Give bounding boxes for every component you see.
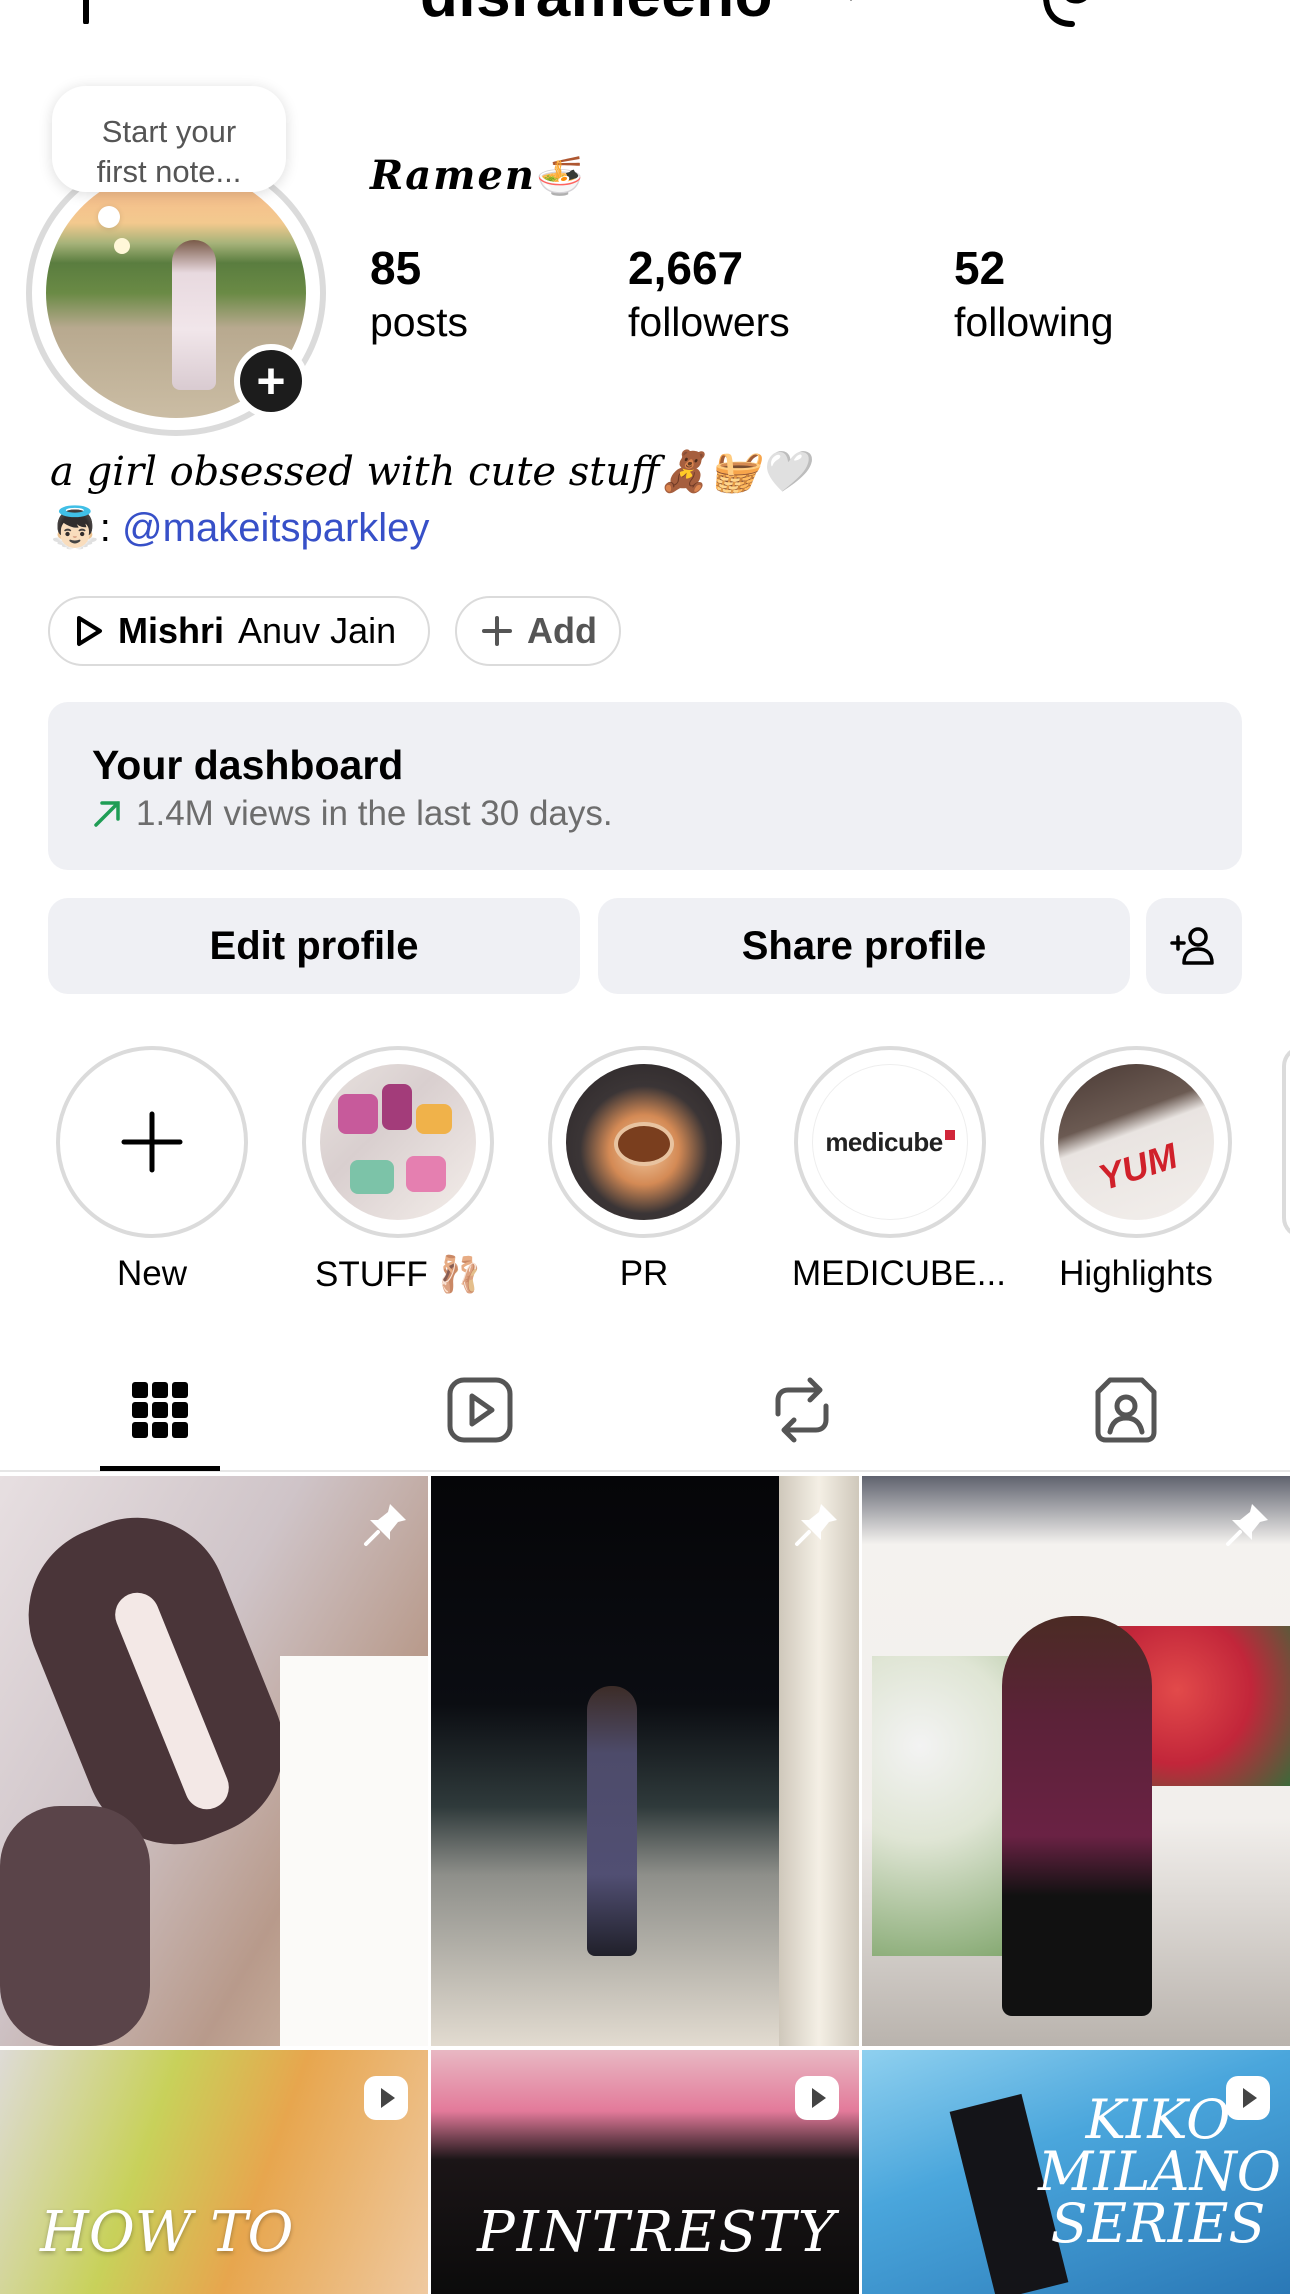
edit-profile-button[interactable]: Edit profile: [48, 898, 580, 994]
post-tile[interactable]: [862, 1476, 1290, 2046]
highlight-circle: [548, 1046, 740, 1238]
dashboard-title: Your dashboard: [92, 742, 404, 788]
highlight-label: STUFF 🩰: [314, 1255, 482, 1294]
dashboard-subtitle-text: 1.4M views in the last 30 days.: [136, 794, 613, 833]
post-caption: HOW TO: [40, 2200, 294, 2265]
stat-posts-value: 85: [370, 242, 422, 294]
account-username[interactable]: disrameeno: [420, 0, 773, 31]
highlight-cover: YUM: [1058, 1064, 1214, 1220]
post-tile[interactable]: [0, 1476, 428, 2046]
highlight-overflow: [1282, 1046, 1290, 1238]
highlight-new[interactable]: New: [54, 1046, 250, 1294]
music-chip[interactable]: Mishri Anuv Jain: [48, 596, 430, 666]
plus-icon: [121, 1111, 183, 1173]
note-bubble[interactable]: Start your first note...: [52, 86, 286, 192]
highlight-circle: medicube: [794, 1046, 986, 1238]
music-title: Mishri: [118, 610, 225, 651]
trend-up-icon: [94, 801, 120, 827]
tagged-tab-icon[interactable]: [1086, 1370, 1166, 1450]
bio-line-1: a girl obsessed with cute stuff🧸🧺🤍: [50, 449, 809, 495]
stat-following-label: following: [954, 299, 1114, 345]
stat-followers-value: 2,667: [628, 242, 744, 294]
medicube-logo-text: medicube: [825, 1126, 943, 1157]
discover-people-button[interactable]: [1146, 898, 1242, 994]
stat-posts-label: posts: [370, 299, 468, 345]
reel-icon: [1226, 2076, 1270, 2120]
bio-line-2-prefix: 👼🏻:: [50, 506, 123, 550]
create-plus-icon[interactable]: [56, 0, 116, 24]
post-tile[interactable]: [431, 1476, 859, 2046]
bio-mention-link[interactable]: @makeitsparkley: [122, 506, 429, 550]
posts-grid-tab-icon[interactable]: [120, 1370, 200, 1450]
highlight-new-circle: [56, 1046, 248, 1238]
share-profile-button[interactable]: Share profile: [598, 898, 1130, 994]
stat-following[interactable]: 52 following: [954, 240, 1114, 348]
bio-line-2: 👼🏻: @makeitsparkley: [50, 504, 429, 551]
reposts-tab-icon[interactable]: [762, 1370, 842, 1450]
avatar-person: [172, 240, 216, 390]
active-tab-indicator: [100, 1466, 220, 1471]
highlight-cover: [566, 1064, 722, 1220]
pin-icon: [1226, 1504, 1268, 1546]
pin-icon: [795, 1504, 837, 1546]
threads-icon[interactable]: [1040, 0, 1104, 28]
highlight-label: MEDICUBE...: [792, 1254, 1006, 1293]
music-artist: Anuv Jain: [238, 610, 397, 651]
post-tile[interactable]: KIKO MILANO SERIES: [862, 2050, 1290, 2294]
play-icon: [74, 614, 104, 648]
highlight-pr[interactable]: PR: [546, 1046, 742, 1294]
stat-following-value: 52: [954, 242, 1006, 294]
plus-icon: [481, 615, 513, 647]
highlight-label: Highlights: [1059, 1254, 1213, 1293]
top-bar: disrameeno: [0, 0, 1290, 34]
add-person-icon: [1170, 927, 1214, 965]
chevron-down-icon[interactable]: [836, 0, 866, 8]
display-name-text: 𝑹𝒂𝒎𝒆𝒏: [370, 152, 537, 199]
reel-icon: [795, 2076, 839, 2120]
note-bubble-tail: [98, 206, 120, 228]
add-story-icon[interactable]: +: [234, 344, 308, 418]
stat-posts[interactable]: 85 posts: [370, 240, 468, 348]
medicube-logo-mark: [944, 1130, 955, 1140]
stat-followers[interactable]: 2,667 followers: [628, 240, 790, 348]
note-placeholder-line2: first note...: [96, 154, 242, 189]
add-link-chip[interactable]: Add: [455, 596, 621, 666]
post-tile[interactable]: HOW TO: [0, 2050, 428, 2294]
highlight-medicube[interactable]: medicube MEDICUBE...: [792, 1046, 1006, 1294]
avatar-sun: [114, 238, 130, 254]
add-chip-label: Add: [527, 610, 597, 651]
pin-icon: [364, 1504, 406, 1546]
highlight-label: PR: [619, 1254, 669, 1293]
dashboard-subtitle: 1.4M views in the last 30 days.: [92, 794, 1242, 834]
professional-dashboard[interactable]: Your dashboard 1.4M views in the last 30…: [48, 702, 1242, 870]
highlight-highlights[interactable]: YUM Highlights: [1038, 1046, 1234, 1294]
reels-tab-icon[interactable]: [440, 1370, 520, 1450]
menu-icon[interactable]: [1176, 0, 1240, 28]
reel-icon: [364, 2076, 408, 2120]
display-name-emoji: 🍜: [536, 153, 586, 198]
display-name: 𝑹𝒂𝒎𝒆𝒏🍜: [370, 152, 585, 199]
highlight-cover: [320, 1064, 476, 1220]
highlight-circle: [302, 1046, 494, 1238]
yum-sign-text: YUM: [1093, 1134, 1183, 1199]
post-caption: PINTRESTY: [477, 2200, 837, 2265]
note-placeholder-line1: Start your: [101, 114, 237, 149]
highlight-circle: YUM: [1040, 1046, 1232, 1238]
highlight-cover: medicube: [812, 1064, 968, 1220]
highlight-stuff[interactable]: STUFF 🩰: [300, 1046, 496, 1295]
profile-avatar[interactable]: +: [26, 150, 328, 436]
post-tile[interactable]: PINTRESTY: [431, 2050, 859, 2294]
stat-followers-label: followers: [628, 299, 790, 345]
highlight-label: New: [116, 1254, 188, 1293]
